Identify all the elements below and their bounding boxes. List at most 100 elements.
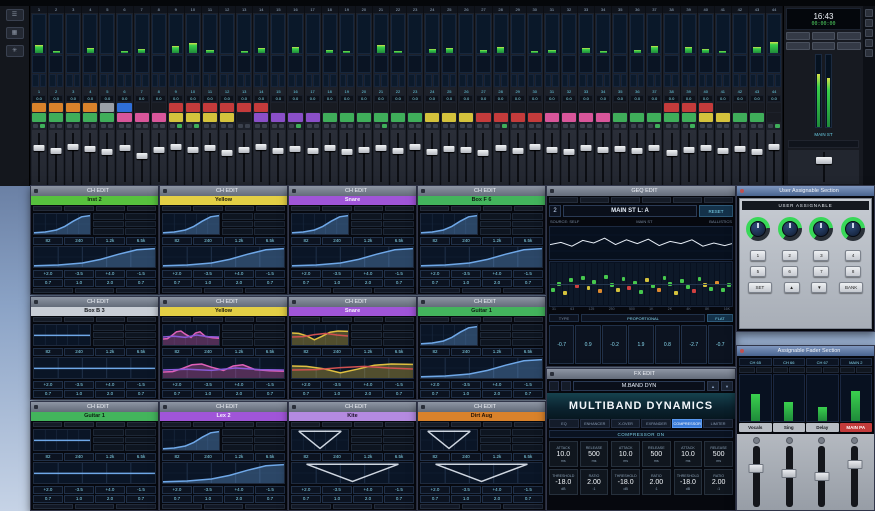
channel-fader[interactable] <box>511 130 525 185</box>
select-button[interactable] <box>426 124 431 128</box>
scribble-strip-a[interactable] <box>340 103 354 112</box>
fx-param-cell[interactable]: THRESHOLD-18.0dB <box>549 469 578 495</box>
hardware-fader-cap[interactable] <box>847 460 862 469</box>
eq-q-value[interactable]: 0.7 <box>126 495 156 503</box>
scribble-strip-b[interactable] <box>152 113 166 122</box>
select-button[interactable] <box>597 124 602 128</box>
bank-down-icon[interactable]: ▼ <box>811 282 827 293</box>
channel-fader[interactable] <box>630 130 644 185</box>
geq-band-fader[interactable] <box>586 263 591 305</box>
geq-band-fader[interactable] <box>715 263 720 305</box>
eq-freq-value[interactable]: 1.2k <box>353 237 383 245</box>
eq-gain-value[interactable]: +4.0 <box>353 486 383 494</box>
geq-band-fader[interactable] <box>615 263 620 305</box>
geq-gain-value[interactable]: 1.9 <box>628 325 653 364</box>
toolbar-button[interactable] <box>291 317 320 322</box>
eq-freq-value[interactable]: 6.5k <box>513 237 543 245</box>
geq-band-fader[interactable] <box>680 263 685 305</box>
edge-button[interactable] <box>865 49 873 57</box>
eq-freq-value[interactable]: 82 <box>33 348 63 356</box>
fx-tab-x-over[interactable]: X-OVER <box>611 419 641 428</box>
fx-param-cell[interactable]: RELEASE500ms <box>704 441 733 467</box>
channel-fader[interactable] <box>374 130 388 185</box>
mute-button[interactable] <box>570 124 575 128</box>
window-close-icon[interactable] <box>421 189 425 193</box>
fx-tab-expander[interactable]: EXPANDER <box>641 419 671 428</box>
scribble-strip-b[interactable] <box>562 113 576 122</box>
eq-freq-value[interactable]: 82 <box>162 237 192 245</box>
mute-button[interactable] <box>160 124 165 128</box>
bank-up-icon[interactable]: ▲ <box>784 282 800 293</box>
scribble-strip-b[interactable] <box>733 113 747 122</box>
mute-button[interactable] <box>724 124 729 128</box>
toolbar-button[interactable] <box>514 317 543 322</box>
mute-button[interactable] <box>484 124 489 128</box>
geq-reset-button[interactable]: RESET <box>699 205 733 217</box>
settings-icon[interactable]: ✳ <box>6 45 24 57</box>
mute-button[interactable] <box>40 124 45 128</box>
eq-main-graph[interactable] <box>162 246 285 268</box>
set-button[interactable]: SET <box>748 282 772 293</box>
scribble-strip-a[interactable] <box>169 103 183 112</box>
eq-freq-value[interactable]: 82 <box>162 453 192 461</box>
geq-gain-value[interactable]: 0.8 <box>655 325 680 364</box>
scribble-strip-b[interactable] <box>579 113 593 122</box>
eq-freq-value[interactable]: 82 <box>291 348 321 356</box>
scribble-strip-a[interactable] <box>459 103 473 112</box>
mute-button[interactable] <box>228 124 233 128</box>
eq-gain-value[interactable]: +4.0 <box>95 486 125 494</box>
window-title-bar[interactable]: CH EDIT <box>31 297 158 307</box>
window-close-icon[interactable] <box>163 405 167 409</box>
geq-toolbar-button[interactable] <box>673 197 702 203</box>
eq-freq-value[interactable]: 1.2k <box>482 348 512 356</box>
window-title-bar[interactable]: CH EDIT <box>289 297 416 307</box>
eq-gain-value[interactable]: +4.0 <box>482 486 512 494</box>
select-button[interactable] <box>358 124 363 128</box>
assignable-button-5[interactable]: 5 <box>750 266 766 277</box>
toolbar-button[interactable] <box>96 422 125 427</box>
mute-button[interactable] <box>177 124 182 128</box>
eq-main-graph[interactable] <box>33 462 156 484</box>
eq-main-graph[interactable] <box>291 462 414 484</box>
eq-main-graph[interactable] <box>162 462 285 484</box>
fx-tab-enhancer[interactable]: ENHANCER <box>580 419 610 428</box>
scribble-strip-a[interactable] <box>425 103 439 112</box>
eq-q-value[interactable]: 0.7 <box>33 279 63 287</box>
channel-fader[interactable] <box>357 130 371 185</box>
eq-gain-value[interactable]: +4.0 <box>224 486 254 494</box>
eq-freq-value[interactable]: 82 <box>162 348 192 356</box>
eq-q-value[interactable]: 0.7 <box>384 279 414 287</box>
fx-next-icon[interactable]: ▼ <box>721 381 733 391</box>
edge-button[interactable] <box>865 39 873 47</box>
eq-freq-value[interactable]: 6.5k <box>126 237 156 245</box>
toolbar-button[interactable] <box>127 317 156 322</box>
channel-fader[interactable] <box>733 130 747 185</box>
channel-name-bar[interactable]: Yellow <box>160 196 287 205</box>
toolbar-button[interactable] <box>420 206 449 211</box>
select-button[interactable] <box>255 124 260 128</box>
scribble-strip-b[interactable] <box>271 113 285 122</box>
geq-band-fader[interactable] <box>656 263 661 305</box>
select-button[interactable] <box>375 124 380 128</box>
toolbar-button[interactable] <box>193 317 222 322</box>
fx-tab-limiter[interactable]: LIMITER <box>703 419 733 428</box>
eq-q-value[interactable]: 1.0 <box>193 390 223 398</box>
mute-button[interactable] <box>57 124 62 128</box>
window-title-bar[interactable]: CH EDIT <box>418 186 545 196</box>
eq-freq-value[interactable]: 82 <box>33 453 63 461</box>
toolbar-button[interactable] <box>483 317 512 322</box>
channel-fader[interactable] <box>186 130 200 185</box>
eq-q-value[interactable]: 2.0 <box>95 495 125 503</box>
channel-fader[interactable] <box>100 130 114 185</box>
scribble-strip-b[interactable] <box>66 113 80 122</box>
fader-cap[interactable] <box>358 147 369 153</box>
grid-icon[interactable]: ▦ <box>6 27 24 39</box>
fader-cap[interactable] <box>598 147 609 153</box>
fx-param-cell[interactable]: THRESHOLD-18.0dB <box>674 469 703 495</box>
channel-fader[interactable] <box>408 130 422 185</box>
channel-fader[interactable] <box>391 130 405 185</box>
window-close-icon[interactable] <box>163 189 167 193</box>
window-title-bar[interactable]: CH EDIT <box>418 402 545 412</box>
strip-button[interactable] <box>840 367 856 373</box>
toolbar-button[interactable] <box>162 317 191 322</box>
